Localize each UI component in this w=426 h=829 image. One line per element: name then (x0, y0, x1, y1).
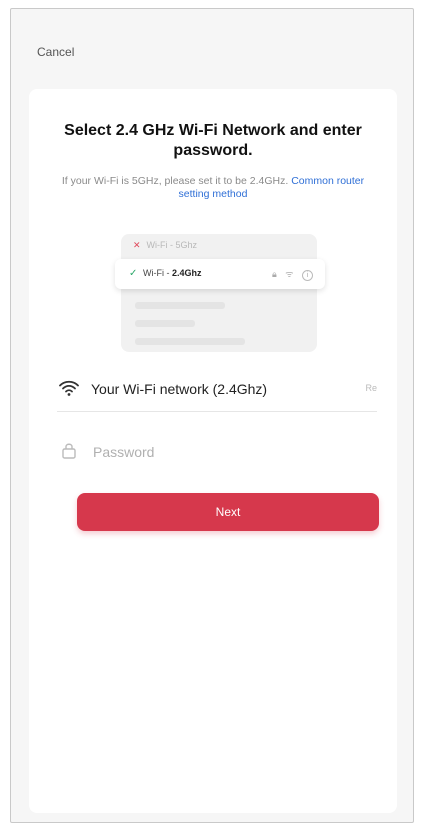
illustration-background (121, 234, 317, 352)
wifi-network-field[interactable]: Your Wi-Fi network (2.4Ghz) Re (57, 367, 377, 412)
lock-small-icon: 🔒︎ (271, 269, 280, 279)
hint-text: If your Wi-Fi is 5GHz, please set it to … (49, 175, 377, 201)
wifi-network-value: Your Wi-Fi network (2.4Ghz) (91, 381, 268, 397)
illustration-row-5g: ✕ Wi-Fi - 5Ghz (133, 240, 197, 251)
password-input[interactable] (91, 439, 365, 465)
wifi-icon (59, 380, 79, 396)
wifi-small-icon: ᯤ (285, 269, 297, 279)
password-field[interactable] (57, 429, 377, 473)
cancel-button[interactable]: Cancel (37, 45, 74, 59)
row-24g-prefix: Wi-Fi - (143, 268, 172, 278)
wifi-change-link[interactable]: Re (365, 383, 377, 393)
placeholder-line (135, 338, 245, 345)
lock-icon (62, 443, 76, 459)
hint-message: If your Wi-Fi is 5GHz, please set it to … (61, 175, 289, 187)
check-icon: ✓ (129, 268, 138, 279)
illustration-row-24g: ✓ Wi-Fi - 2.4Ghz 🔒︎ ᯤ i (115, 259, 325, 289)
info-icon: i (302, 270, 313, 281)
wifi-setup-card: Select 2.4 GHz Wi-Fi Network and enter p… (29, 89, 397, 813)
placeholder-line (135, 302, 225, 309)
row-24g-band: 2.4Ghz (172, 268, 202, 278)
close-icon: ✕ (133, 240, 141, 250)
app-window: Cancel Select 2.4 GHz Wi-Fi Network and … (10, 8, 414, 823)
row-24g-label: Wi-Fi - 2.4Ghz (143, 268, 202, 278)
row-status-icons: 🔒︎ ᯤ i (272, 267, 313, 281)
page-title: Select 2.4 GHz Wi-Fi Network and enter p… (64, 122, 362, 159)
placeholder-line (135, 320, 195, 327)
row-5g-label: Wi-Fi - 5Ghz (146, 240, 198, 250)
next-button[interactable]: Next (77, 493, 379, 531)
wifi-illustration: ✕ Wi-Fi - 5Ghz ✓ Wi-Fi - 2.4Ghz 🔒︎ ᯤ i (115, 234, 325, 354)
